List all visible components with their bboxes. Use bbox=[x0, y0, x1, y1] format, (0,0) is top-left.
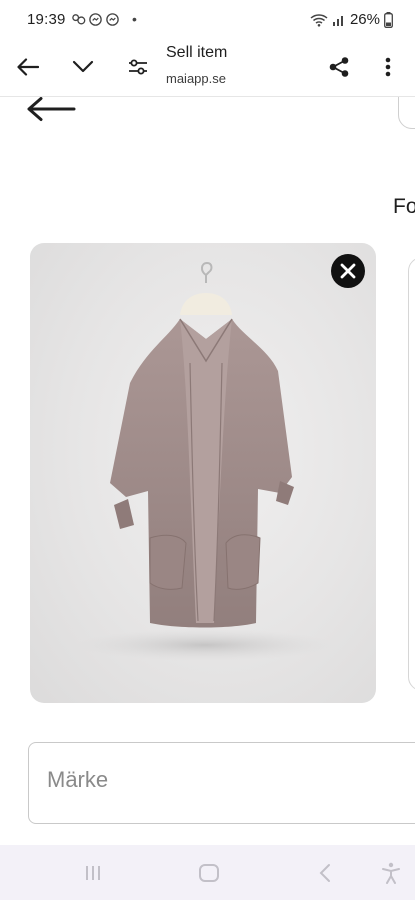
share-icon bbox=[329, 57, 349, 77]
site-settings-button[interactable] bbox=[120, 49, 156, 85]
tune-icon bbox=[129, 59, 147, 75]
brand-field[interactable] bbox=[28, 742, 415, 824]
offscreen-button-edge[interactable] bbox=[398, 97, 415, 129]
system-nav-bar bbox=[0, 845, 415, 900]
system-back-button[interactable] bbox=[310, 859, 340, 887]
back-arrow-icon bbox=[17, 58, 39, 76]
offscreen-heading: Fo bbox=[393, 195, 415, 218]
nav-back-icon bbox=[319, 864, 330, 882]
status-bar: 19:39 • 26% bbox=[0, 0, 415, 38]
status-right: 26% bbox=[310, 11, 393, 28]
remove-photo-button[interactable] bbox=[331, 254, 365, 288]
next-photo-card[interactable] bbox=[408, 257, 415, 691]
recents-icon bbox=[86, 866, 100, 880]
notification-icons: • bbox=[71, 12, 137, 27]
messenger-icon bbox=[72, 14, 86, 25]
collapse-button[interactable] bbox=[65, 49, 101, 85]
share-button[interactable] bbox=[321, 49, 357, 85]
accessibility-button[interactable] bbox=[376, 859, 406, 887]
back-button[interactable] bbox=[10, 49, 46, 85]
browser-toolbar: Sell item maiapp.se bbox=[0, 38, 415, 97]
home-icon bbox=[199, 864, 219, 882]
status-time: 19:39 bbox=[27, 11, 66, 28]
battery-percent: 26% bbox=[349, 11, 380, 28]
cardigan-image bbox=[75, 261, 335, 661]
messenger-icon bbox=[106, 13, 119, 26]
page-title: Sell item bbox=[166, 44, 228, 61]
page-url[interactable]: maiapp.se bbox=[166, 71, 226, 86]
signal-icon bbox=[332, 15, 343, 26]
wifi-icon bbox=[310, 13, 328, 27]
back-arrow-icon bbox=[27, 97, 76, 121]
home-button[interactable] bbox=[194, 859, 224, 887]
battery-icon bbox=[384, 11, 393, 28]
messenger-icon bbox=[89, 13, 102, 26]
notification-dot: • bbox=[132, 11, 137, 27]
brand-input[interactable] bbox=[47, 767, 407, 793]
chevron-down-icon bbox=[72, 60, 94, 73]
menu-button[interactable] bbox=[370, 49, 406, 85]
page-back-button[interactable] bbox=[26, 97, 80, 123]
web-content: Fo bbox=[0, 97, 415, 845]
recents-button[interactable] bbox=[78, 859, 108, 887]
close-icon bbox=[340, 263, 356, 279]
more-vert-icon bbox=[385, 57, 391, 77]
accessibility-icon bbox=[382, 862, 400, 884]
item-photo[interactable] bbox=[30, 243, 376, 703]
